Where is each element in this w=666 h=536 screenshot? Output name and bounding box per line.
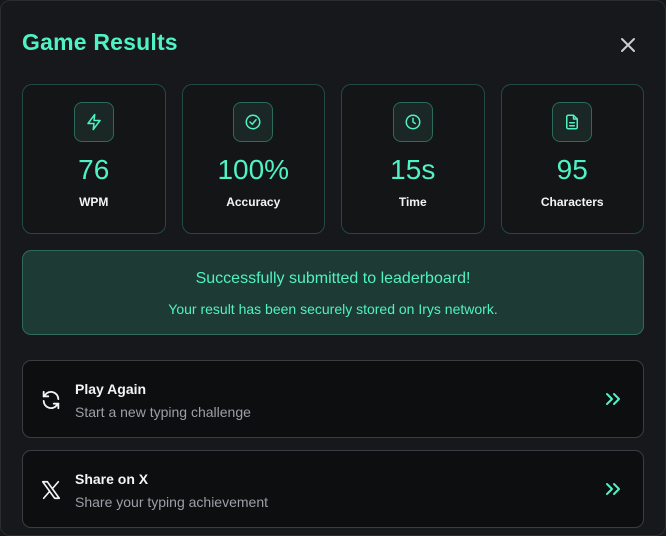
x-logo-icon: [41, 480, 61, 500]
clock-icon: [405, 114, 421, 130]
submission-success-banner: Successfully submitted to leaderboard! Y…: [22, 250, 644, 335]
share-title: Share on X: [75, 471, 149, 487]
success-subtitle: Your result has been securely stored on …: [168, 301, 498, 317]
stat-value-time: 15s: [390, 154, 436, 185]
stat-card-time: 15s Time: [341, 84, 485, 234]
check-circle-icon: [245, 114, 261, 130]
stat-value-characters: 95: [556, 154, 588, 185]
success-title: Successfully submitted to leaderboard!: [195, 270, 471, 287]
action-icon-box: [39, 388, 63, 412]
stat-label-wpm: WPM: [79, 195, 109, 209]
stat-label-characters: Characters: [540, 195, 604, 209]
play-again-title: Play Again: [75, 381, 147, 397]
action-icon-box: [39, 478, 63, 502]
stat-value-accuracy: 100%: [217, 154, 290, 185]
stats-row: 76 WPM 100% Accuracy 15s Time 95 Charact…: [22, 84, 644, 234]
close-button[interactable]: [613, 30, 643, 60]
play-again-button[interactable]: Play Again Start a new typing challenge: [22, 360, 644, 438]
share-on-x-button[interactable]: Share on X Share your typing achievement: [22, 450, 644, 528]
stat-card-wpm: 76 WPM: [22, 84, 166, 234]
stat-icon-box: [233, 102, 274, 142]
stat-card-characters: 95 Characters: [500, 84, 644, 234]
modal-title: Game Results: [22, 29, 178, 55]
game-results-modal: Game Results 76 WPM 100% Accuracy 15s Ti…: [0, 0, 666, 536]
close-icon: [621, 38, 635, 52]
refresh-icon: [42, 390, 60, 410]
double-chevron-right-icon: [606, 393, 620, 405]
stat-value-wpm: 76: [78, 154, 110, 185]
stat-card-accuracy: 100% Accuracy: [181, 84, 325, 234]
double-chevron-right-icon: [606, 483, 620, 495]
share-subtitle: Share your typing achievement: [75, 494, 268, 510]
document-icon: [566, 114, 579, 130]
stat-label-time: Time: [398, 195, 427, 209]
stat-icon-box: [392, 102, 433, 142]
stat-label-accuracy: Accuracy: [226, 195, 281, 209]
lightning-icon: [87, 113, 101, 131]
stat-icon-box: [552, 102, 593, 142]
play-again-subtitle: Start a new typing challenge: [75, 404, 251, 420]
stat-icon-box: [73, 102, 114, 142]
